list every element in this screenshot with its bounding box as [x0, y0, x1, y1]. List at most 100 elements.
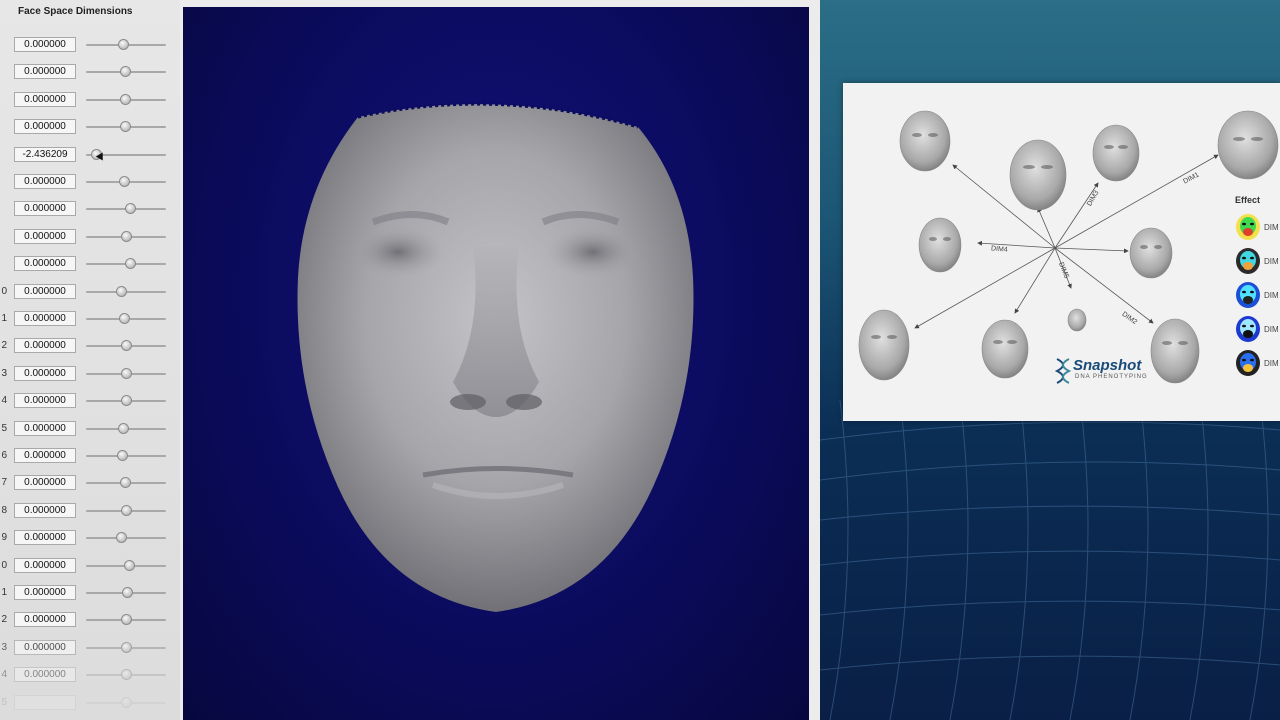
dimension-value-field[interactable]: 0.000000	[14, 338, 76, 354]
dimension-row: 2 0.000000	[0, 335, 180, 357]
slider-handle[interactable]	[121, 641, 132, 653]
dimension-row: 0 0.000000	[0, 555, 180, 577]
dimension-index: 1	[1, 587, 7, 598]
dimension-row: 2 0.000000	[0, 609, 180, 631]
effect-heatmap-face	[1235, 315, 1261, 343]
dimension-value-field[interactable]: 0.000000	[14, 420, 76, 436]
dimension-value-field[interactable]: 0.000000	[14, 174, 76, 189]
effect-dim-label: DIM	[1264, 257, 1279, 266]
effect-dim-label: DIM	[1264, 359, 1279, 368]
dimension-value-field[interactable]: 0.000000	[14, 639, 76, 655]
effect-heatmap-face	[1235, 247, 1261, 275]
slider-handle[interactable]	[118, 39, 129, 50]
dimension-value-field[interactable]: 0.000000	[14, 585, 76, 600]
dimension-value-field[interactable]	[14, 694, 76, 710]
face-space-dimensions-panel: Face Space Dimensions 0.000000 0.000000 0.…	[0, 0, 180, 720]
dimension-value-field[interactable]: -2.436209	[14, 146, 76, 162]
dimension-value-field[interactable]: 0.000000	[14, 393, 76, 409]
face-space-slide: DIM1 DIM2 DIM3 DIM4 DIM5 Effect DIM DIM DI…	[843, 83, 1280, 421]
slider-handle[interactable]	[120, 121, 131, 133]
slider-handle[interactable]	[125, 203, 136, 215]
slider-handle[interactable]	[121, 614, 132, 626]
slider-handle[interactable]	[120, 66, 131, 78]
dimension-index: 7	[1, 477, 7, 489]
dimension-value-field[interactable]: 0.000000	[14, 502, 76, 518]
dimension-row: 8 0.000000	[0, 500, 180, 522]
dimension-row: 5	[0, 692, 180, 714]
effect-heatmap-face	[1235, 213, 1261, 241]
slider-handle[interactable]	[118, 422, 129, 434]
slider-handle[interactable]	[120, 477, 131, 489]
dimension-row: 0.000000	[0, 226, 180, 248]
dimension-value-field[interactable]: 0.000000	[14, 448, 76, 463]
slider-handle[interactable]	[121, 367, 132, 379]
dimension-row: 0 0.000000	[0, 281, 180, 303]
dimension-index: 5	[1, 422, 7, 434]
dimension-value-field[interactable]: 0.000000	[14, 530, 76, 546]
dimension-value-field[interactable]: 0.000000	[14, 283, 76, 299]
dimension-row: 4 0.000000	[0, 664, 180, 686]
effect-dim-label: DIM	[1264, 291, 1279, 300]
dimension-index: 2	[1, 614, 7, 626]
dimension-value-field[interactable]: 0.000000	[14, 37, 76, 52]
face-render-canvas[interactable]	[183, 7, 809, 720]
slider-handle[interactable]	[121, 340, 132, 352]
dimension-value-field[interactable]: 0.000000	[14, 91, 76, 107]
dimension-index: 5	[1, 696, 7, 708]
slider-handle[interactable]	[116, 285, 127, 297]
dimension-value-field[interactable]: 0.000000	[14, 256, 76, 272]
dimension-row: 0.000000	[0, 61, 180, 83]
dimension-row: 0.000000	[0, 253, 180, 275]
effect-dim-label: DIM	[1264, 325, 1279, 334]
dimension-index: 9	[1, 532, 7, 544]
dimension-value-field[interactable]: 0.000000	[14, 365, 76, 381]
dimension-row: 9 0.000000	[0, 527, 180, 549]
effect-heatmap-face	[1235, 281, 1261, 309]
dimension-row: 4 0.000000	[0, 390, 180, 412]
slider-handle[interactable]	[120, 93, 131, 105]
dimension-value-field[interactable]: 0.000000	[14, 557, 76, 573]
slider-handle[interactable]	[116, 532, 127, 544]
slider-handle[interactable]	[125, 258, 136, 270]
dimension-index: 3	[1, 367, 7, 379]
slider-handle[interactable]	[121, 696, 132, 708]
face-model	[297, 102, 694, 612]
slider-handle[interactable]	[121, 230, 132, 242]
dimension-row: 0.000000	[0, 34, 180, 56]
logo-text: Snapshot	[1073, 357, 1142, 374]
slider-handle[interactable]	[119, 176, 130, 187]
slider-handle[interactable]	[121, 669, 132, 681]
dimension-value-field[interactable]: 0.000000	[14, 311, 76, 326]
dim4-label: DIM4	[990, 245, 1009, 254]
dimension-row: 7 0.000000	[0, 472, 180, 494]
dimension-row: 1 0.000000	[0, 582, 180, 604]
slider-handle[interactable]	[122, 587, 133, 598]
slider-handle[interactable]	[119, 313, 130, 324]
dimension-value-field[interactable]: 0.000000	[14, 119, 76, 135]
dimension-index: 2	[1, 340, 7, 352]
dimension-row: 5 0.000000	[0, 418, 180, 440]
dimension-value-field[interactable]: 0.000000	[14, 612, 76, 628]
slider-handle[interactable]	[117, 450, 128, 461]
snapshot-logo: Snapshot DNA PHENOTYPING	[1053, 357, 1147, 390]
dimension-value-field[interactable]: 0.000000	[14, 667, 76, 683]
slider-handle[interactable]	[121, 504, 132, 516]
dimension-row: 3 0.000000	[0, 637, 180, 659]
dimension-index: 4	[1, 669, 7, 681]
slider-handle[interactable]	[121, 395, 132, 407]
dimension-row: 0.000000	[0, 198, 180, 220]
dna-helix-icon	[1054, 358, 1072, 384]
dimension-value-field[interactable]: 0.000000	[14, 228, 76, 244]
slider-handle[interactable]	[124, 559, 135, 571]
dimension-value-field[interactable]: 0.000000	[14, 201, 76, 217]
effect-dim-label: DIM	[1264, 223, 1279, 232]
effect-heatmap-face	[1235, 349, 1261, 377]
dimension-index: 1	[1, 313, 7, 324]
dimension-value-field[interactable]: 0.000000	[14, 64, 76, 80]
dimension-index: 0	[1, 559, 7, 571]
dimension-index: 8	[1, 504, 7, 516]
dimension-row: -2.436209	[0, 144, 180, 166]
dimension-row: 0.000000	[0, 89, 180, 111]
dimension-value-field[interactable]: 0.000000	[14, 475, 76, 491]
dimension-row: 0.000000	[0, 171, 180, 193]
